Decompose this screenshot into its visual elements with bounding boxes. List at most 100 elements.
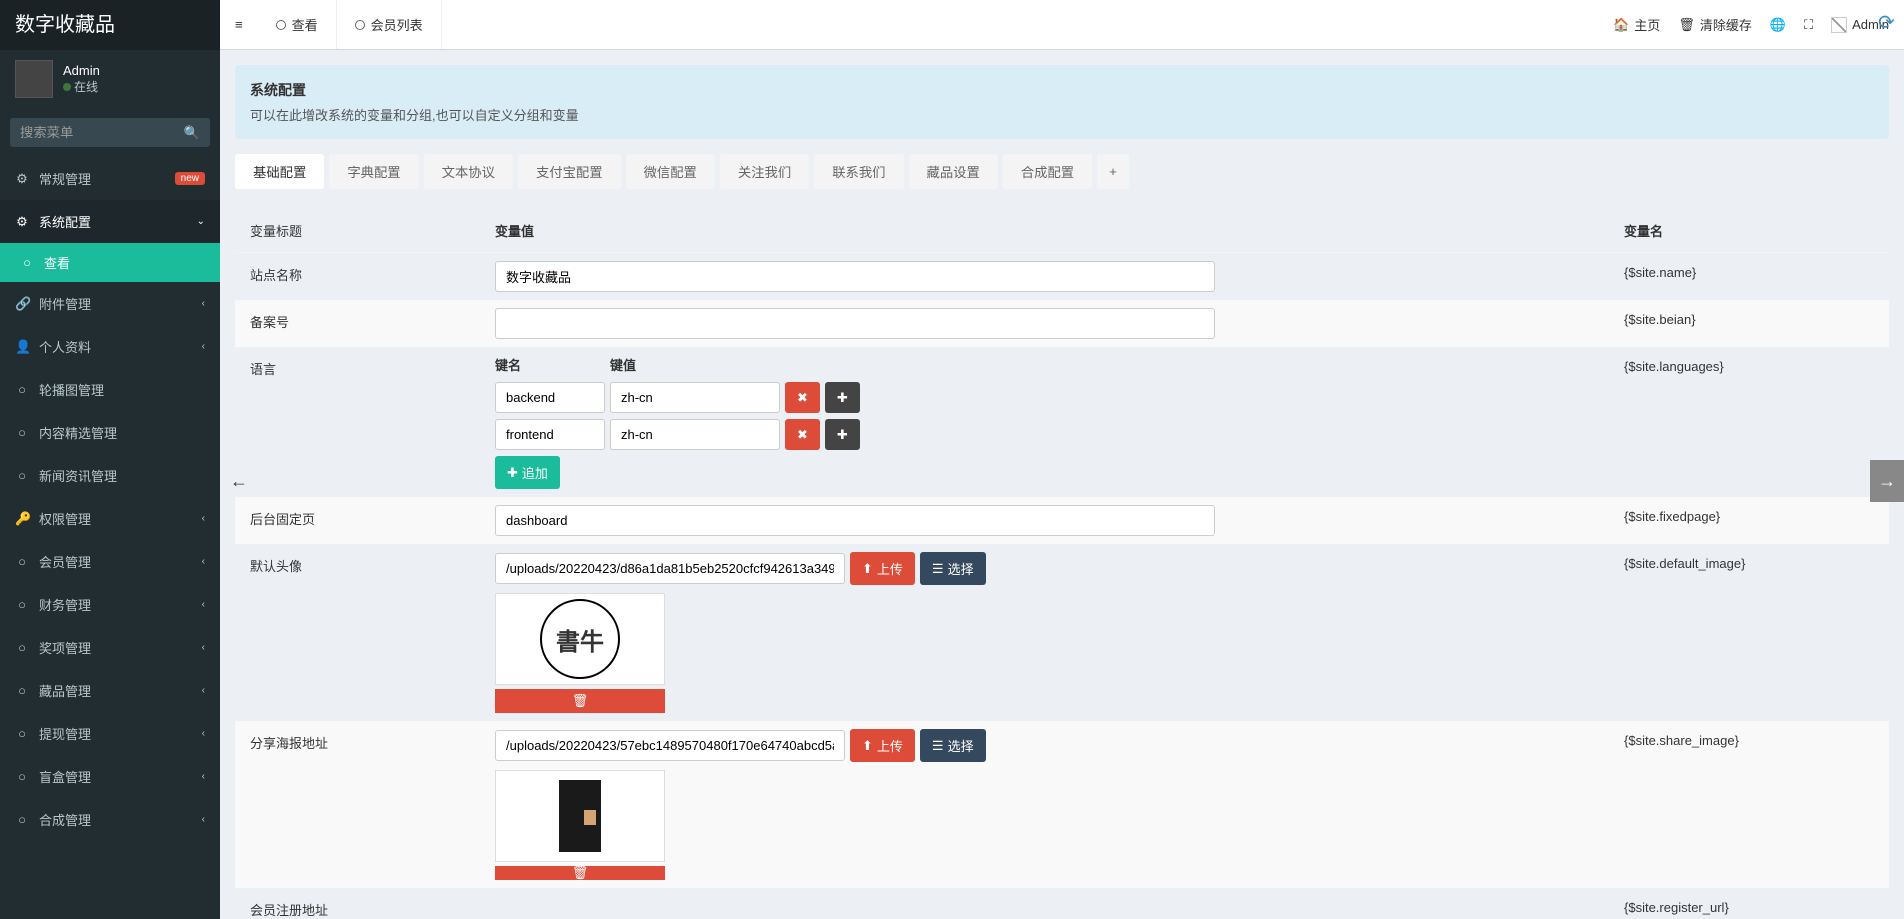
kv-key-input[interactable]: [495, 382, 605, 413]
select-button[interactable]: ☰ 选择: [920, 729, 986, 762]
brand-title: 数字收藏品: [0, 0, 220, 50]
row-label: 后台固定页: [235, 497, 480, 544]
tab-wechat[interactable]: 微信配置: [626, 154, 715, 189]
tab-contactus[interactable]: 联系我们: [814, 154, 903, 189]
row-label: 会员注册地址: [235, 888, 480, 919]
tab-basic[interactable]: 基础配置: [235, 154, 324, 189]
table-row: 会员注册地址 {$site.register_url}: [235, 888, 1889, 919]
lang-icon[interactable]: 🌐: [1770, 17, 1786, 33]
sidebar-item-sysconfig[interactable]: ⚙系统配置⌄: [0, 200, 220, 243]
delete-thumbnail-button[interactable]: 🗑: [495, 689, 665, 713]
table-row: 默认头像 ⬆ 上传 ☰ 选择 書牛 🗑 {$site.default_image…: [235, 544, 1889, 721]
sidebar-search: 🔍: [0, 108, 220, 157]
row-var: {$site.default_image}: [1609, 544, 1889, 721]
kv-val-input[interactable]: [610, 382, 780, 413]
select-button[interactable]: ☰ 选择: [920, 552, 986, 585]
table-header: 变量标题 变量值 变量名: [235, 209, 1889, 253]
upload-button[interactable]: ⬆ 上传: [850, 552, 915, 585]
kv-remove-button[interactable]: ✖: [785, 382, 820, 413]
sidebar-item-news[interactable]: ○新闻资讯管理: [0, 454, 220, 497]
sidebar-item-blindbox[interactable]: ○盲盒管理‹: [0, 755, 220, 798]
kv-add-button[interactable]: ✚: [825, 382, 860, 413]
user-panel: Admin 在线: [0, 50, 220, 108]
tab-followus[interactable]: 关注我们: [720, 154, 809, 189]
home-link[interactable]: 🏠 主页: [1613, 15, 1660, 34]
header-name: 变量名: [1609, 209, 1889, 252]
content-header: 系统配置 可以在此增改系统的变量和分组,也可以自定义分组和变量: [235, 65, 1889, 139]
table-row: 备案号 {$site.beian}: [235, 300, 1889, 347]
next-page-button[interactable]: →: [1870, 460, 1904, 502]
row-label: 分享海报地址: [235, 721, 480, 888]
kv-val-input[interactable]: [610, 419, 780, 450]
tab-indicator-icon: [355, 20, 365, 30]
sidebar-item-awards[interactable]: ○奖项管理‹: [0, 626, 220, 669]
user-name: Admin: [63, 63, 100, 78]
sidebar-item-view[interactable]: ○查看: [0, 243, 220, 282]
row-var: {$site.languages}: [1609, 347, 1889, 497]
kv-key-input[interactable]: [495, 419, 605, 450]
search-icon[interactable]: 🔍: [184, 125, 200, 141]
avatar-thumbnail: 書牛: [495, 593, 665, 685]
sidebar-item-carousel[interactable]: ○轮播图管理: [0, 368, 220, 411]
tab-indicator-icon: [276, 20, 286, 30]
page-title: 系统配置: [250, 80, 1874, 100]
avatar: [15, 60, 53, 98]
prev-page-button[interactable]: ←: [222, 460, 256, 502]
refresh-icon[interactable]: ⟳: [1878, 10, 1900, 32]
sidebar-item-content[interactable]: ○内容精选管理: [0, 411, 220, 454]
main: ≡ 查看 会员列表 🏠 主页 🗑 清除缓存 🌐 ⛶ Admin ⟳ 系统配置 可…: [220, 0, 1904, 919]
tab-synthesis[interactable]: 合成配置: [1003, 154, 1092, 189]
row-var: {$site.beian}: [1609, 300, 1889, 347]
header-title: 变量标题: [235, 209, 480, 252]
poster-path-input[interactable]: [495, 730, 845, 761]
clear-cache-link[interactable]: 🗑 清除缓存: [1678, 15, 1752, 34]
append-button[interactable]: ✚ 追加: [495, 456, 560, 489]
page-subtitle: 可以在此增改系统的变量和分组,也可以自定义分组和变量: [250, 105, 1874, 124]
kv-remove-button[interactable]: ✖: [785, 419, 820, 450]
tab-add-button[interactable]: +: [1097, 154, 1129, 189]
row-label: 语言: [235, 347, 480, 497]
table-row: 站点名称 {$site.name}: [235, 253, 1889, 300]
poster-thumbnail: [495, 770, 665, 862]
tab-collection[interactable]: 藏品设置: [909, 154, 998, 189]
row-var: {$site.name}: [1609, 253, 1889, 300]
config-tabs: 基础配置 字典配置 文本协议 支付宝配置 微信配置 关注我们 联系我们 藏品设置…: [235, 154, 1889, 189]
row-var: {$site.register_url}: [1609, 888, 1889, 919]
config-table: 变量标题 变量值 变量名 站点名称 {$site.name} 备案号 {$sit…: [235, 209, 1889, 919]
tab-text[interactable]: 文本协议: [424, 154, 513, 189]
tab-view[interactable]: 查看: [258, 0, 337, 49]
header-value: 变量值: [480, 209, 1609, 252]
beian-input[interactable]: [495, 308, 1215, 339]
content: 系统配置 可以在此增改系统的变量和分组,也可以自定义分组和变量 基础配置 字典配…: [220, 50, 1904, 919]
fixedpage-input[interactable]: [495, 505, 1215, 536]
sidebar-item-finance[interactable]: ○财务管理‹: [0, 583, 220, 626]
avatar-path-input[interactable]: [495, 553, 845, 584]
row-label: 备案号: [235, 300, 480, 347]
menu-toggle-icon[interactable]: ≡: [220, 2, 258, 47]
sidebar-item-synthesis[interactable]: ○合成管理‹: [0, 798, 220, 841]
table-row: 分享海报地址 ⬆ 上传 ☰ 选择 🗑 {$site.share_image}: [235, 721, 1889, 888]
sidebar-item-attachments[interactable]: 🔗附件管理‹: [0, 282, 220, 325]
fullscreen-icon[interactable]: ⛶: [1804, 17, 1813, 33]
sidebar-item-members[interactable]: ○会员管理‹: [0, 540, 220, 583]
kv-add-button[interactable]: ✚: [825, 419, 860, 450]
sidebar-item-general[interactable]: ⚙常规管理new: [0, 157, 220, 200]
upload-button[interactable]: ⬆ 上传: [850, 729, 915, 762]
tab-memberlist[interactable]: 会员列表: [337, 0, 442, 49]
delete-thumbnail-button[interactable]: 🗑: [495, 866, 665, 880]
sidebar: 数字收藏品 Admin 在线 🔍 ⚙常规管理new ⚙系统配置⌄ ○查看 🔗附件…: [0, 0, 220, 919]
sidebar-item-collections[interactable]: ○藏品管理‹: [0, 669, 220, 712]
row-label: 默认头像: [235, 544, 480, 721]
tab-dict[interactable]: 字典配置: [329, 154, 418, 189]
trash-icon: 🗑: [572, 693, 589, 709]
sitename-input[interactable]: [495, 261, 1215, 292]
table-row: 后台固定页 {$site.fixedpage}: [235, 497, 1889, 544]
trash-icon: 🗑: [572, 865, 589, 881]
tab-alipay[interactable]: 支付宝配置: [518, 154, 621, 189]
kv-key-header: 键名: [495, 355, 605, 374]
sidebar-item-withdraw[interactable]: ○提现管理‹: [0, 712, 220, 755]
kv-val-header: 键值: [610, 355, 780, 374]
sidebar-item-permissions[interactable]: 🔑权限管理‹: [0, 497, 220, 540]
search-input[interactable]: [10, 118, 210, 147]
sidebar-item-profile[interactable]: 👤个人资料‹: [0, 325, 220, 368]
